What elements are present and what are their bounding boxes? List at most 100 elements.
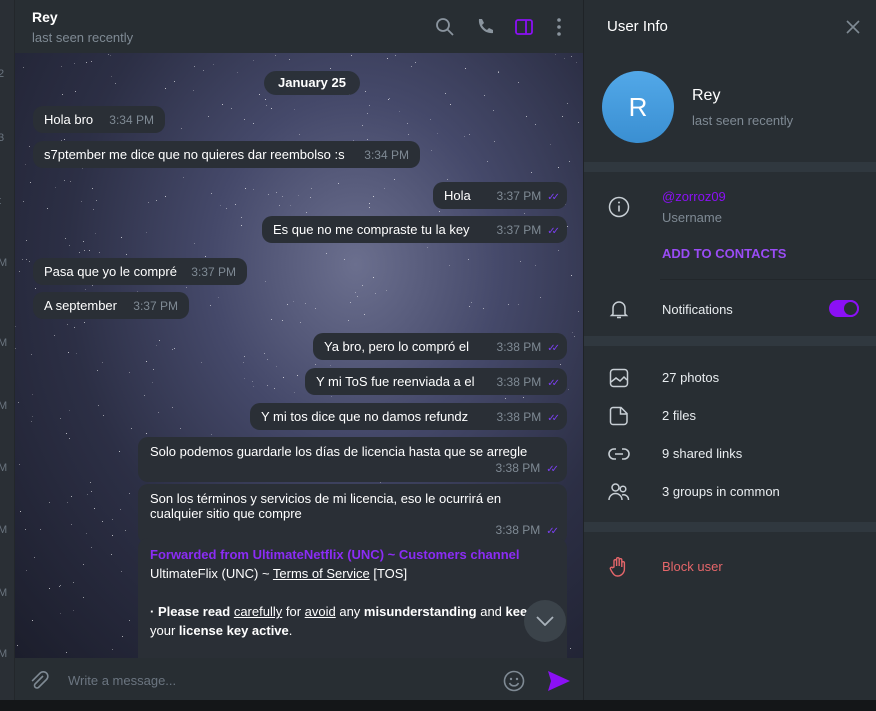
star-decoration <box>73 610 75 612</box>
close-icon[interactable] <box>846 20 860 34</box>
star-decoration <box>484 94 486 96</box>
message-input[interactable]: Write a message... <box>68 673 176 688</box>
star-decoration <box>329 364 331 366</box>
star-decoration <box>26 258 28 260</box>
outgoing-message[interactable]: Y mi ToS fue reenviada a el 3:38 PM ✓✓ <box>305 368 567 395</box>
outgoing-message[interactable]: Solo podemos guardarle los días de licen… <box>138 437 567 482</box>
scroll-down-button[interactable] <box>524 600 566 642</box>
send-icon[interactable] <box>547 670 571 692</box>
fwd-text: misunderstanding <box>363 604 477 619</box>
star-decoration <box>110 75 112 77</box>
star-decoration <box>530 172 532 174</box>
star-decoration <box>55 187 57 189</box>
star-decoration <box>394 178 396 180</box>
star-decoration <box>389 97 391 99</box>
avatar[interactable]: R <box>602 71 674 143</box>
search-icon[interactable] <box>435 17 455 37</box>
star-decoration <box>159 339 161 341</box>
chat-title[interactable]: Rey <box>32 9 58 25</box>
star-decoration <box>25 240 27 242</box>
message-time: 3:38 PM <box>495 523 541 537</box>
star-decoration <box>17 644 19 646</box>
star-decoration <box>164 196 166 198</box>
star-decoration <box>48 587 50 589</box>
star-decoration <box>374 292 376 294</box>
username-value[interactable]: @zorroz09 <box>662 189 726 204</box>
notifications-label: Notifications <box>662 302 733 317</box>
star-decoration <box>314 364 316 366</box>
divider <box>584 522 876 532</box>
notifications-toggle[interactable] <box>829 300 859 317</box>
message-time: 3:38 PM <box>496 340 542 354</box>
star-decoration <box>518 304 520 306</box>
incoming-message[interactable]: Hola bro 3:34 PM <box>33 106 165 133</box>
hand-block-icon <box>609 557 626 577</box>
star-decoration <box>155 345 157 347</box>
star-decoration <box>89 481 91 483</box>
star-decoration <box>34 556 36 558</box>
tos-link[interactable]: Terms of Service <box>273 566 370 581</box>
star-decoration <box>94 507 96 509</box>
media-files[interactable]: 2 files <box>662 408 696 423</box>
sidebar-toggle-icon[interactable] <box>514 17 534 37</box>
message-text: Ya bro, pero lo compró el <box>324 339 469 354</box>
outgoing-message[interactable]: Hola 3:37 PM ✓✓ <box>433 182 567 209</box>
star-decoration <box>467 259 469 261</box>
divider <box>584 162 876 172</box>
block-user-button[interactable]: Block user <box>662 559 723 574</box>
star-decoration <box>143 395 145 397</box>
incoming-message[interactable]: s7ptember me dice que no quieres dar ree… <box>33 141 420 168</box>
chat-pane: Rey last seen recently January 25 Hola b… <box>15 0 583 700</box>
star-decoration <box>151 381 153 383</box>
star-decoration <box>449 103 451 105</box>
star-decoration <box>128 372 130 374</box>
emoji-icon[interactable] <box>503 670 525 692</box>
fwd-text: for <box>282 604 305 619</box>
star-decoration <box>522 396 524 398</box>
attach-icon[interactable] <box>28 670 50 692</box>
strip-text: M <box>0 462 8 474</box>
star-decoration <box>567 388 569 390</box>
star-decoration <box>236 72 238 74</box>
add-to-contacts-button[interactable]: ADD TO CONTACTS <box>662 246 786 261</box>
star-decoration <box>297 375 299 377</box>
star-decoration <box>67 352 69 354</box>
star-decoration <box>84 250 86 252</box>
media-photos[interactable]: 27 photos <box>662 370 719 385</box>
star-decoration <box>253 385 255 387</box>
message-area[interactable]: January 25 Hola bro 3:34 PM s7ptember me d… <box>15 53 583 658</box>
star-decoration <box>111 649 113 651</box>
star-decoration <box>28 146 30 148</box>
strip-text: M <box>0 400 8 412</box>
star-decoration <box>69 245 71 247</box>
star-decoration <box>362 125 364 127</box>
star-decoration <box>540 297 542 299</box>
outgoing-message[interactable]: Y mi tos dice que no damos refundz 3:38 P… <box>250 403 567 430</box>
star-decoration <box>557 167 559 169</box>
star-decoration <box>155 200 157 202</box>
star-decoration <box>299 133 301 135</box>
star-decoration <box>146 361 148 363</box>
star-decoration <box>82 167 84 169</box>
more-icon[interactable] <box>549 17 569 37</box>
forwarded-message[interactable]: Forwarded from UltimateNetflix (UNC) ~ C… <box>138 538 567 658</box>
star-decoration <box>85 62 87 64</box>
message-composer[interactable]: Write a message... <box>15 658 583 700</box>
forwarded-from[interactable]: Forwarded from UltimateNetflix (UNC) ~ C… <box>150 545 555 564</box>
star-decoration <box>275 55 277 57</box>
incoming-message[interactable]: A september 3:37 PM <box>33 292 189 319</box>
outgoing-message[interactable]: Es que no me compraste tu la key 3:37 PM ✓… <box>262 216 567 243</box>
phone-icon[interactable] <box>475 17 495 37</box>
fwd-text: . <box>288 623 293 638</box>
bell-icon <box>609 301 629 319</box>
outgoing-message[interactable]: Son los términos y servicios de mi licen… <box>138 484 567 544</box>
media-links[interactable]: 9 shared links <box>662 446 742 461</box>
chat-header[interactable]: Rey last seen recently <box>15 0 583 53</box>
groups-in-common[interactable]: 3 groups in common <box>662 484 780 499</box>
star-decoration <box>368 206 370 208</box>
star-decoration <box>204 256 206 258</box>
star-decoration <box>264 281 266 283</box>
star-decoration <box>439 210 441 212</box>
incoming-message[interactable]: Pasa que yo le compré 3:37 PM <box>33 258 247 285</box>
outgoing-message[interactable]: Ya bro, pero lo compró el 3:38 PM ✓✓ <box>313 333 567 360</box>
